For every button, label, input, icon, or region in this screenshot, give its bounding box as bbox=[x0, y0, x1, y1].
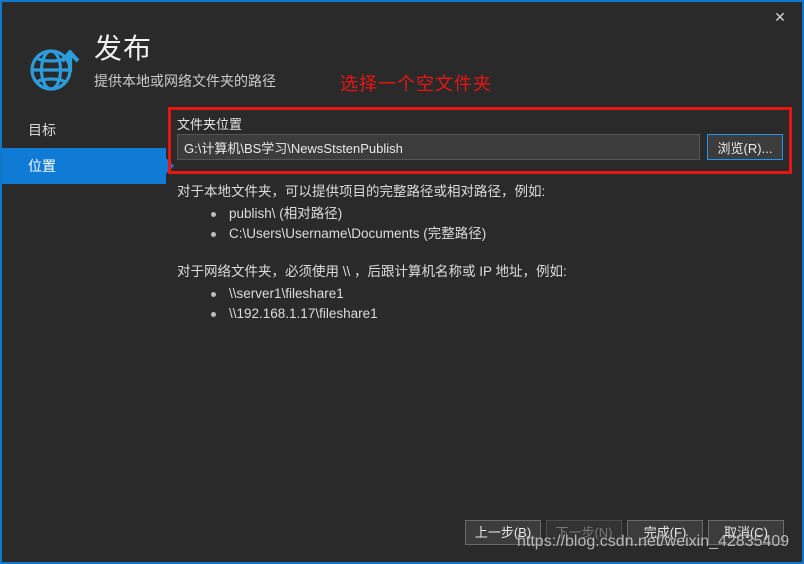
network-folder-intro: 对于网络文件夹，必须使用 \\ ，后跟计算机名称或 IP 地址，例如: bbox=[177, 264, 567, 279]
sidebar-item-target[interactable]: 目标 bbox=[2, 112, 166, 148]
dialog-footer: 上一步(B) 下一步(N) 完成(F) 取消(C) bbox=[2, 506, 802, 562]
browse-button[interactable]: 浏览(R)... bbox=[707, 134, 783, 160]
list-item: \\server1\fileshare1 bbox=[211, 284, 777, 304]
finish-button[interactable]: 完成(F) bbox=[627, 520, 703, 545]
sidebar: 目标 位置 bbox=[2, 112, 166, 184]
back-button[interactable]: 上一步(B) bbox=[465, 520, 541, 545]
network-folder-examples: \\server1\fileshare1 \\192.168.1.17\file… bbox=[177, 284, 777, 324]
list-item: publish\ (相对路径) bbox=[211, 204, 777, 224]
red-annotation-text: 选择一个空文件夹 bbox=[340, 74, 492, 94]
page-subtitle: 提供本地或网络文件夹的路径 bbox=[94, 73, 276, 89]
folder-location-label: 文件夹位置 bbox=[177, 117, 243, 132]
globe-publish-icon bbox=[26, 40, 82, 96]
list-item: C:\Users\Username\Documents (完整路径) bbox=[211, 224, 777, 244]
list-item: \\192.168.1.17\fileshare1 bbox=[211, 304, 777, 324]
description-block: 对于本地文件夹，可以提供项目的完整路径或相对路径，例如: publish\ (相… bbox=[177, 182, 777, 324]
next-button: 下一步(N) bbox=[546, 520, 622, 545]
local-folder-intro: 对于本地文件夹，可以提供项目的完整路径或相对路径，例如: bbox=[177, 184, 546, 199]
page-title: 发布 bbox=[94, 33, 153, 64]
local-folder-examples: publish\ (相对路径) C:\Users\Username\Docume… bbox=[177, 204, 777, 244]
folder-path-input[interactable] bbox=[177, 134, 700, 160]
cancel-button[interactable]: 取消(C) bbox=[708, 520, 784, 545]
publish-dialog: ✕ 发布 提供本地或网络文件夹的路径 选择一个空文件夹 目标 位置 文件夹位置 … bbox=[0, 0, 804, 564]
sidebar-item-location[interactable]: 位置 bbox=[2, 148, 166, 184]
